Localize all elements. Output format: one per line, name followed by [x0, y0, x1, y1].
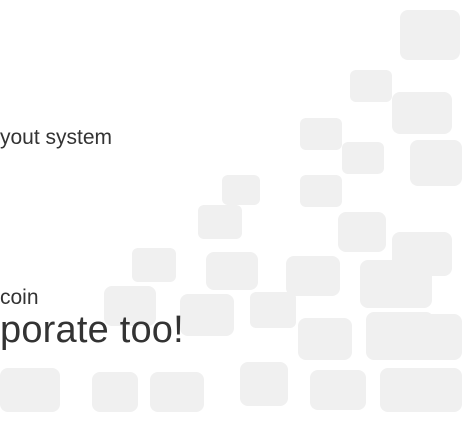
pattern-block [286, 256, 340, 296]
pattern-block [400, 10, 460, 60]
pattern-block [342, 142, 384, 174]
pattern-block [338, 212, 386, 252]
pattern-block [0, 368, 60, 412]
pattern-block [380, 368, 462, 412]
text-line-1: yout system [0, 126, 113, 149]
text-line-2: coin [0, 286, 39, 309]
pattern-block [150, 372, 204, 412]
pattern-block [250, 292, 296, 328]
pattern-block [410, 140, 462, 186]
pattern-block [420, 314, 462, 360]
background-stage: yout system coin porate too! [0, 0, 462, 422]
pattern-block [132, 248, 176, 282]
pattern-block [222, 175, 260, 205]
pattern-block [92, 372, 138, 412]
pattern-block [310, 370, 366, 410]
pattern-block [350, 70, 392, 102]
pattern-block [360, 260, 432, 308]
pattern-block [300, 118, 342, 150]
pattern-block [240, 362, 288, 406]
pattern-block [300, 175, 342, 207]
pattern-block [198, 205, 242, 239]
pattern-block [392, 92, 452, 134]
background-pattern [0, 10, 462, 412]
pattern-block [206, 252, 258, 290]
text-line-3: porate too! [0, 309, 184, 351]
pattern-block [180, 294, 234, 336]
pattern-block [298, 318, 352, 360]
